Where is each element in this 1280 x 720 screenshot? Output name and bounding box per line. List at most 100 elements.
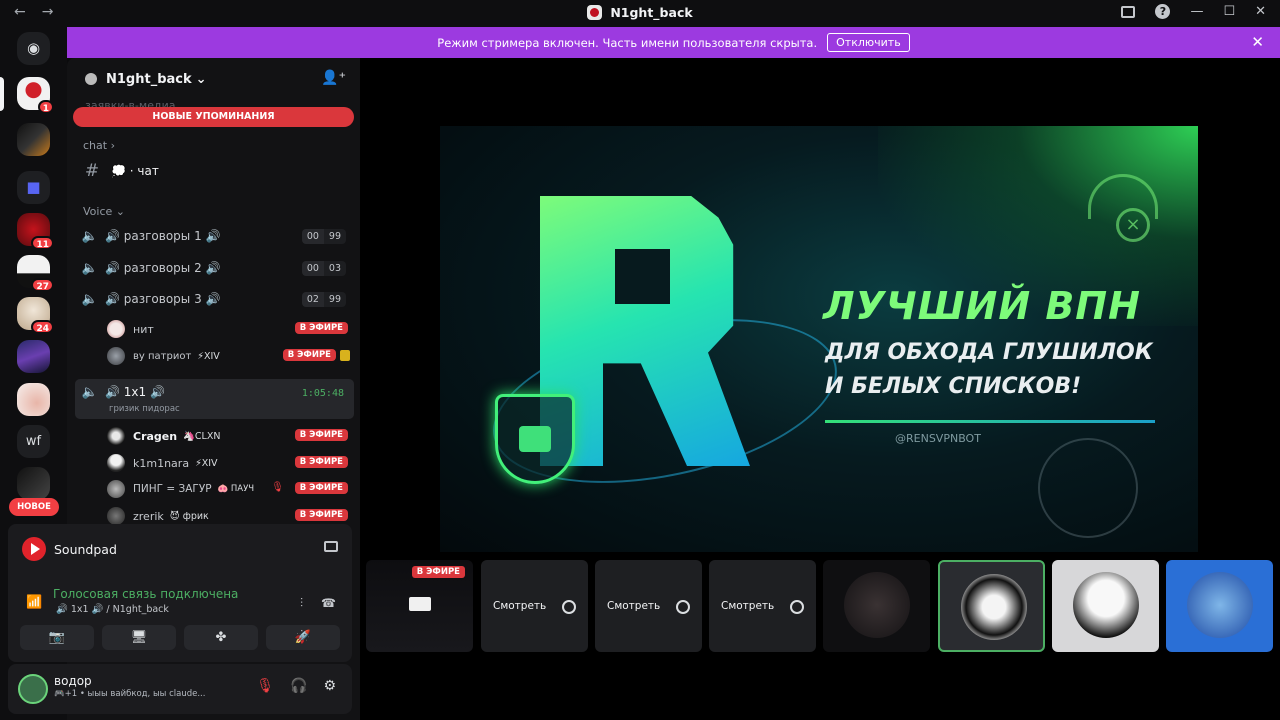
watch-button[interactable]: Смотреть [493, 600, 546, 612]
tile-user[interactable] [1052, 560, 1159, 652]
user-limit-badge: 00 03 [301, 260, 346, 276]
mute-mic-icon[interactable]: 🎙 [256, 678, 274, 694]
screen-share-icon[interactable] [324, 541, 338, 552]
server-folder[interactable] [17, 123, 50, 156]
maximize-button[interactable]: ☐ [1223, 4, 1235, 19]
server-avatar [17, 383, 50, 416]
signal-icon[interactable]: 📶 [26, 595, 42, 610]
text-channel-icon: # [84, 161, 100, 181]
voice-channel-icon: 🔈 [81, 260, 99, 276]
avatar [107, 507, 125, 525]
server-folder-blue[interactable]: ■ [17, 171, 50, 204]
watch-button[interactable]: Смотреть [721, 600, 774, 612]
inbox-icon[interactable] [1121, 5, 1136, 18]
server-peach[interactable] [17, 383, 50, 416]
activity-soundpad[interactable]: Soundpad [22, 537, 117, 561]
server-icon [587, 5, 603, 20]
r-logo-hole [615, 249, 670, 304]
category-voice[interactable]: Voice ⌄ [83, 205, 125, 218]
unread-badge: 27 [31, 278, 54, 292]
voice-user[interactable]: k1m1nara ⚡XIV В ЭФИРЕ [107, 451, 354, 475]
participant-tiles: В ЭФИРЕ Смотреть Смотреть Смотреть [366, 560, 1278, 652]
stream-video[interactable]: × ЛУЧШИЙ ВПН ДЛЯ ОБХОДА ГЛУШИЛОК И БЕЛЫХ… [440, 126, 1198, 552]
server-white[interactable]: 27 [17, 255, 54, 292]
server-folder-dark[interactable] [17, 467, 50, 500]
voice-status[interactable]: Голосовая связь подключена [53, 587, 238, 601]
banner-text: Режим стримера включен. Часть имени поль… [437, 35, 818, 50]
tile-stream[interactable]: Смотреть [481, 560, 588, 652]
voice-channel-icon: 🔈 [81, 291, 99, 307]
disconnect-icon[interactable]: ☎ [321, 596, 336, 611]
window-title: N1ght_back [0, 5, 1280, 20]
voice-user[interactable]: Cragen 🦄CLXN В ЭФИРЕ [107, 424, 354, 448]
voice-channel-1x1[interactable]: 🔈 🔊 1x1 🔊 1:05:48 гризик пидорас [75, 379, 354, 419]
voice-channel-1[interactable]: 🔈 🔊 разговоры 1 🔊 00 99 [75, 223, 354, 249]
banner-close-icon[interactable]: ✕ [1251, 33, 1264, 51]
server-wf[interactable]: wf [17, 425, 50, 458]
user-panel: водор 🎮+1 • ыыы вайбкод, ыы claude... 🎙 … [8, 664, 352, 714]
window-title-text: N1ght_back [610, 5, 693, 20]
channel-name: 🔊 разговоры 1 🔊 [105, 229, 221, 243]
voice-user[interactable]: ПИНГ = ЗАГУР 🐽 ПАУЧ 🎙 В ЭФИРЕ [107, 477, 354, 501]
tile-stream-live[interactable]: В ЭФИРЕ [366, 560, 473, 652]
avatar[interactable] [18, 674, 48, 704]
popout-icon[interactable] [676, 600, 690, 614]
server-red[interactable]: 11 [17, 213, 54, 250]
avatar [844, 572, 910, 638]
home-button[interactable]: ◉ [17, 32, 50, 65]
voice-user[interactable]: нит В ЭФИРЕ [107, 317, 354, 341]
disable-streamer-mode-button[interactable]: Отключить [827, 33, 910, 52]
voice-channel-2[interactable]: 🔈 🔊 разговоры 2 🔊 00 03 [75, 255, 354, 281]
clan-tag: 🦄CLXN [183, 430, 221, 442]
globe-icon [1038, 438, 1138, 538]
chevron-down-icon: ⌄ [195, 71, 207, 87]
screen-preview-icon [409, 597, 431, 611]
avatar [1073, 572, 1139, 638]
voice-channel-3[interactable]: 🔈 🔊 разговоры 3 🔊 02 99 [75, 286, 354, 312]
selected-indicator [0, 77, 4, 111]
channel-name: 💭 · чат [111, 164, 159, 178]
user-name: ПИНГ = ЗАГУР [133, 483, 212, 495]
close-button[interactable]: ✕ [1255, 4, 1266, 19]
help-icon[interactable]: ? [1155, 4, 1171, 19]
live-badge: В ЭФИРЕ [294, 322, 348, 334]
camera-button[interactable]: 📷 [20, 625, 94, 650]
voice-channel-icon: 🔈 [81, 228, 99, 244]
share-screen-button[interactable]: 🖥 [102, 625, 176, 650]
user-name[interactable]: водор [54, 674, 92, 688]
soundboard-button[interactable]: 🚀 [266, 625, 340, 650]
unread-badge: 1 [37, 100, 54, 114]
category-chat[interactable]: chat › [83, 139, 115, 152]
popout-icon[interactable] [562, 600, 576, 614]
elapsed-time: 1:05:48 [301, 388, 344, 399]
popout-icon[interactable] [790, 600, 804, 614]
watch-button[interactable]: Смотреть [607, 600, 660, 612]
live-badge: В ЭФИРЕ [294, 429, 348, 441]
channel-chat[interactable]: # 💭 · чат [75, 158, 354, 184]
avatar [107, 454, 125, 472]
tile-user[interactable] [1166, 560, 1273, 652]
server-anime[interactable]: 24 [17, 297, 54, 334]
channel-name: 🔊 разговоры 2 🔊 [105, 261, 221, 275]
invite-people-icon[interactable]: 👤⁺ [321, 70, 346, 86]
minimize-button[interactable]: — [1190, 4, 1203, 19]
headset-icon[interactable]: 🎧 [290, 678, 307, 694]
server-ttx[interactable] [17, 340, 50, 373]
activities-button[interactable]: ✤ [184, 625, 258, 650]
user-name: Cragen [133, 429, 178, 443]
noise-suppression-icon[interactable]: ⫶ [300, 596, 303, 611]
folder-icon [17, 467, 50, 500]
new-mentions-pill[interactable]: НОВЫЕ УПОМИНАНИЯ [73, 107, 354, 127]
settings-gear-icon[interactable]: ⚙ [323, 678, 336, 694]
new-servers-pill[interactable]: НОВОЕ [9, 498, 59, 516]
tile-user-speaking[interactable] [938, 560, 1045, 652]
tile-stream[interactable]: Смотреть [709, 560, 816, 652]
folder-icon: ■ [17, 171, 50, 204]
tile-user[interactable] [823, 560, 930, 652]
server-header[interactable]: N1ght_back ⌄ 👤⁺ [67, 58, 360, 100]
tile-stream[interactable]: Смотреть [595, 560, 702, 652]
voice-user[interactable]: ву патриот ⚡XIV В ЭФИРЕ [107, 344, 354, 368]
voice-channel-link[interactable]: 🔊 1x1 🔊 / N1ght_back [56, 604, 169, 615]
server-n1ght-back[interactable]: 1 [17, 77, 54, 114]
server-initials: wf [17, 425, 50, 458]
